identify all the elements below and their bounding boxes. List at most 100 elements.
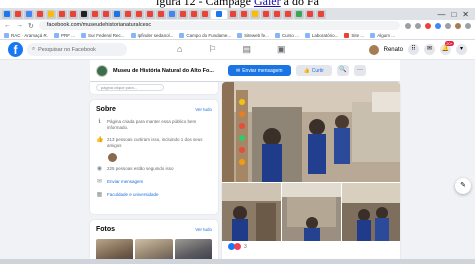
user-name[interactable]: Renato — [384, 47, 403, 53]
browser-tab[interactable] — [24, 9, 34, 19]
browser-tab[interactable] — [35, 9, 45, 19]
notifications-icon[interactable]: 🔔 20+ — [440, 41, 454, 55]
extension-icon[interactable] — [435, 22, 441, 29]
bookmark-item[interactable]: Ipfinder sedanol... — [130, 32, 173, 38]
menu-grid-icon[interactable]: ⠿ — [408, 44, 419, 55]
like-page-button[interactable]: 👍 Curtir — [295, 65, 332, 76]
love-reaction-icon — [234, 243, 241, 250]
send-message-button[interactable]: ✉ Enviar mensagem — [228, 65, 291, 76]
post-photo[interactable] — [222, 183, 281, 241]
forward-icon[interactable]: → — [16, 22, 23, 29]
window-controls: — □ ✕ — [437, 10, 475, 19]
store-icon[interactable]: ▤ — [243, 44, 252, 55]
browser-tab[interactable] — [13, 9, 23, 19]
browser-tab[interactable] — [283, 9, 293, 19]
about-row: ◉ 225 pessoas estão seguindo isso — [96, 166, 212, 173]
browser-tab[interactable] — [156, 9, 166, 19]
post-photo[interactable] — [342, 183, 400, 241]
browser-tab[interactable] — [101, 9, 111, 19]
extension-icon[interactable] — [445, 22, 451, 29]
photos-header: Fotos Ver tudo — [96, 226, 212, 233]
bookmark-icon — [81, 32, 87, 38]
browser-tab[interactable] — [178, 9, 188, 19]
browser-tab[interactable] — [239, 9, 249, 19]
profile-avatar-icon[interactable] — [455, 22, 461, 29]
grid-icon[interactable]: ▣ — [277, 44, 286, 55]
category-icon: ▦ — [96, 192, 103, 198]
browser-tab[interactable] — [316, 9, 326, 19]
browser-tab[interactable] — [228, 9, 238, 19]
bookmark-icon — [344, 32, 350, 38]
page-name[interactable]: Museu de História Natural do Alto Fo... — [113, 68, 223, 74]
browser-tab[interactable] — [250, 9, 260, 19]
friend-avatar[interactable] — [108, 153, 117, 162]
page-content: Museu de História Natural do Alto Fo... … — [0, 60, 475, 264]
minimize-button[interactable]: — — [437, 10, 445, 19]
page-avatar[interactable] — [96, 64, 108, 77]
browser-tab[interactable] — [123, 9, 133, 19]
close-window-button[interactable]: ✕ — [462, 10, 469, 19]
home-icon[interactable]: ⌂ — [177, 44, 182, 55]
bookmark-icon — [179, 32, 185, 38]
browser-tab[interactable] — [272, 9, 282, 19]
bookmark-item[interactable]: Sur Federal Rec... — [81, 32, 125, 38]
bookmark-item[interactable]: Algum ... — [370, 32, 395, 38]
messenger-icon[interactable]: ✉ — [424, 44, 435, 55]
browser-tab[interactable] — [294, 9, 304, 19]
browser-tab[interactable] — [145, 9, 155, 19]
pages-icon[interactable]: ⚐ — [208, 44, 216, 55]
send-message-link[interactable]: Enviar mensagem — [107, 179, 143, 185]
photos-card: Fotos Ver tudo — [90, 220, 218, 264]
about-row[interactable]: ▦ Faculdade e universidade — [96, 192, 212, 199]
extension-icon[interactable] — [425, 22, 431, 29]
messenger-icon: ✉ — [236, 67, 241, 74]
browser-tab[interactable] — [79, 9, 89, 19]
post-photo-main[interactable] — [222, 82, 400, 182]
photos-see-all-link[interactable]: Ver tudo — [195, 227, 212, 232]
browser-tab[interactable] — [167, 9, 177, 19]
post-reactions[interactable]: 3 — [228, 243, 247, 250]
messenger-icon: ✉ — [96, 179, 103, 185]
caption-link[interactable]: Galer — [254, 0, 281, 8]
bookmark-item[interactable]: RAC · Aramaçá R. — [4, 32, 48, 38]
browser-tab[interactable] — [189, 9, 199, 19]
account-menu-icon[interactable]: ▾ — [456, 44, 467, 55]
browser-tab[interactable] — [261, 9, 271, 19]
facebook-search[interactable]: ⌕ Pesquisar no Facebook — [27, 43, 127, 56]
browser-tab[interactable] — [200, 9, 210, 19]
maximize-button[interactable]: □ — [451, 10, 456, 19]
bookmark-item[interactable]: Laboratório... — [304, 32, 338, 38]
browser-tab[interactable] — [90, 9, 100, 19]
about-row[interactable]: ✉ Enviar mensagem — [96, 179, 212, 186]
user-avatar[interactable] — [368, 44, 379, 55]
extension-icon[interactable] — [405, 22, 411, 29]
browser-tab[interactable] — [134, 9, 144, 19]
category-link[interactable]: Faculdade e universidade — [107, 192, 159, 198]
reload-icon[interactable]: ↻ — [28, 22, 34, 30]
bookmark-item[interactable]: PRF ... — [54, 32, 75, 38]
more-options-button[interactable]: ··· — [353, 65, 366, 76]
browser-tab[interactable] — [112, 9, 122, 19]
bookmark-item[interactable]: Campo do Fundame... — [179, 32, 231, 38]
about-see-all-link[interactable]: Ver tudo — [195, 107, 212, 112]
bookmark-item[interactable]: Curso ... — [274, 32, 299, 38]
facebook-logo[interactable]: f — [8, 42, 23, 57]
about-text: 225 pessoas estão seguindo isso — [107, 166, 174, 171]
browser-tab[interactable] — [305, 9, 315, 19]
back-icon[interactable]: ← — [4, 22, 11, 29]
browser-tab-active[interactable] — [211, 9, 227, 19]
browser-tab[interactable] — [57, 9, 67, 19]
new-message-button[interactable]: ✎ — [455, 178, 471, 194]
post-photo[interactable] — [282, 183, 341, 241]
info-icon: ℹ — [98, 119, 101, 125]
page-search-button[interactable]: 🔍 — [336, 65, 349, 76]
browser-tab[interactable] — [68, 9, 78, 19]
extension-icon[interactable] — [415, 22, 421, 29]
browser-menu-icon[interactable] — [465, 22, 471, 29]
bookmark-item[interactable]: Site ... — [344, 32, 364, 38]
address-bar[interactable]: facebook.com/museudehistorianaturalcesc — [38, 21, 400, 30]
intro-input[interactable]: página clique para... — [96, 84, 164, 91]
browser-tab[interactable] — [2, 9, 12, 19]
browser-tab[interactable] — [46, 9, 56, 19]
bookmark-item[interactable]: Siteweb fe... — [237, 32, 269, 38]
